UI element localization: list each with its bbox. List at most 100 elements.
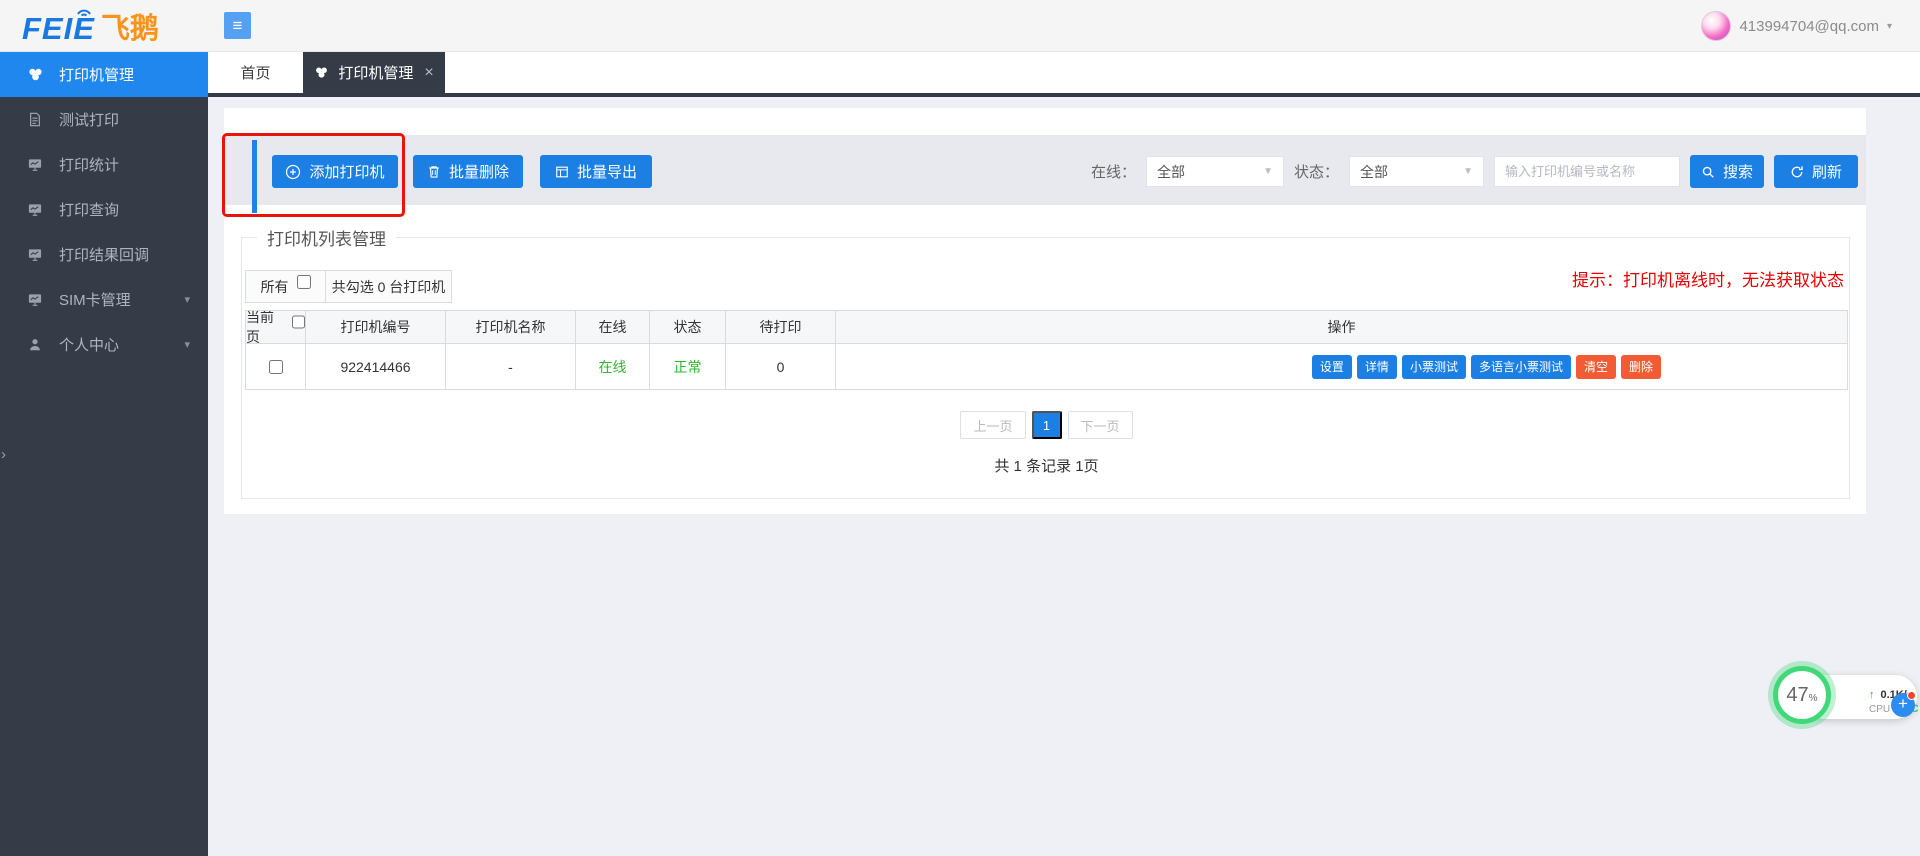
delete-button[interactable]: 删除 [1621,355,1661,379]
collapse-chevron-icon[interactable]: › [1,446,6,463]
row-pending-count: 0 [726,344,836,389]
notification-dot [1907,691,1916,700]
filter-bar: 在线： 全部 ▼ 状态： 全部 ▼ 搜索 [1091,155,1858,188]
select-page-checkbox[interactable] [292,315,305,329]
chart-board-icon [26,292,44,307]
system-monitor-widget[interactable]: ↑ 0.1K/s CPU 29°C + 47 % [1773,666,1920,730]
logo-text-cn: 飞鹅 [101,12,159,46]
select-all-label: 所有 [261,277,289,297]
sidebar-item-label: SIM卡管理 [59,289,131,310]
batch-delete-button[interactable]: 批量删除 [413,155,523,188]
settings-button[interactable]: 设置 [1312,355,1352,379]
sidebar-toggle-button[interactable]: ≡ [224,12,251,39]
table-row: 922414466 - 在线 正常 0 设置 详情 小票测试 多语言小票测试 清… [246,344,1847,389]
record-summary: 共 1 条记录 1页 [245,455,1848,476]
selected-count-cell: 共勾选 0 台打印机 [325,270,452,303]
search-icon [1701,165,1715,179]
chart-board-icon [26,157,44,172]
sidebar-item-label: 打印统计 [59,154,119,175]
online-filter-select[interactable]: 全部 ▼ [1146,156,1284,187]
selected-count-label: 共勾选 0 台打印机 [332,277,446,297]
select-all-bar: 所有 共勾选 0 台打印机 [245,270,452,303]
prev-page-button[interactable]: 上一页 [960,411,1025,439]
pagination: 上一页 1 下一页 [245,411,1848,439]
menu-icon: ≡ [233,16,243,35]
sidebar-item-personal-center[interactable]: 个人中心 ▾ [0,322,208,367]
printer-cluster-icon [26,66,44,83]
sidebar-item-print-callback[interactable]: 打印结果回调 [0,232,208,277]
top-navbar: FEIE 飞鹅 ≡ 413994704@qq.com ▾ [0,0,1920,52]
chevron-down-icon: ▼ [1463,166,1473,177]
refresh-label: 刷新 [1812,161,1842,182]
batch-export-label: 批量导出 [577,161,637,182]
details-button[interactable]: 详情 [1357,355,1397,379]
panel-title: 打印机列表管理 [257,225,396,250]
chevron-down-icon: ▾ [184,338,190,351]
batch-export-button[interactable]: 批量导出 [540,155,652,188]
sidebar-item-label: 打印机管理 [59,64,134,85]
next-page-button[interactable]: 下一页 [1068,411,1133,439]
memory-percent-gauge[interactable]: 47 % [1773,666,1831,724]
refresh-icon [1790,165,1804,179]
tab-printer-management[interactable]: 打印机管理 × [303,52,445,93]
refresh-button[interactable]: 刷新 [1774,155,1858,188]
memory-percent-unit: % [1809,693,1818,704]
header-online: 在线 [576,311,650,343]
page: FEIE 飞鹅 ≡ 413994704@qq.com ▾ 打印机管理 测试打印 [0,0,1920,856]
online-filter-label: 在线： [1091,161,1136,182]
chevron-down-icon: ▾ [1887,21,1892,32]
sidebar-item-print-query[interactable]: 打印查询 [0,187,208,232]
sidebar: 打印机管理 测试打印 打印统计 打印查询 打印结果回调 [0,52,208,856]
cpu-label: CPU [1869,704,1890,715]
offline-tip: 提示：打印机离线时，无法获取状态 [1572,266,1844,291]
header-printer-sn: 打印机编号 [306,311,446,343]
header-current-page: 当前页 [246,311,306,343]
export-icon [555,165,569,179]
row-actions-cell: 设置 详情 小票测试 多语言小票测试 清空 删除 [836,344,1847,389]
sidebar-item-label: 个人中心 [59,334,119,355]
sidebar-item-printer-management[interactable]: 打印机管理 [0,52,208,97]
sidebar-item-label: 测试打印 [59,109,119,130]
status-filter-select[interactable]: 全部 ▼ [1349,156,1484,187]
row-checkbox[interactable] [269,360,283,374]
printer-card: 添加打印机 批量删除 批量导出 在线： 全部 ▼ 状态 [224,108,1866,514]
receipt-test-button[interactable]: 小票测试 [1402,355,1466,379]
header-actions: 操作 [836,311,1847,343]
current-page-button[interactable]: 1 [1032,411,1062,439]
header-printer-name: 打印机名称 [446,311,576,343]
plus-circle-icon [285,164,301,180]
header-status: 状态 [650,311,726,343]
header-pending: 待打印 [726,311,836,343]
chevron-down-icon: ▼ [1263,166,1273,177]
online-filter-value: 全部 [1157,162,1185,182]
document-icon [26,112,44,127]
close-icon[interactable]: × [424,64,433,82]
avatar[interactable] [1701,11,1731,41]
user-icon [26,337,44,352]
chevron-down-icon: ▾ [184,293,190,306]
sidebar-item-test-print[interactable]: 测试打印 [0,97,208,142]
sidebar-item-sim-management[interactable]: SIM卡管理 ▾ [0,277,208,322]
status-filter-value: 全部 [1360,162,1388,182]
tab-label: 打印机管理 [338,62,413,83]
chart-board-icon [26,202,44,217]
clear-button[interactable]: 清空 [1576,355,1616,379]
multilang-receipt-test-button[interactable]: 多语言小票测试 [1471,355,1571,379]
row-printer-name: - [446,344,576,389]
search-input[interactable] [1494,156,1680,187]
trash-icon [427,164,441,179]
add-printer-button[interactable]: 添加打印机 [272,155,398,188]
antenna-icon [74,4,94,22]
brand-logo[interactable]: FEIE 飞鹅 [22,8,159,46]
search-label: 搜索 [1723,161,1753,182]
row-online-status: 在线 [576,344,650,389]
tab-home[interactable]: 首页 [208,52,303,93]
user-menu[interactable]: 413994704@qq.com ▾ [1701,10,1892,42]
accent-bar [252,140,257,213]
chart-board-icon [26,247,44,262]
sidebar-item-print-stats[interactable]: 打印统计 [0,142,208,187]
select-all-checkbox[interactable] [297,275,311,289]
sidebar-item-label: 打印结果回调 [59,244,149,265]
memory-percent-value: 47 [1786,684,1808,707]
search-button[interactable]: 搜索 [1690,155,1764,188]
